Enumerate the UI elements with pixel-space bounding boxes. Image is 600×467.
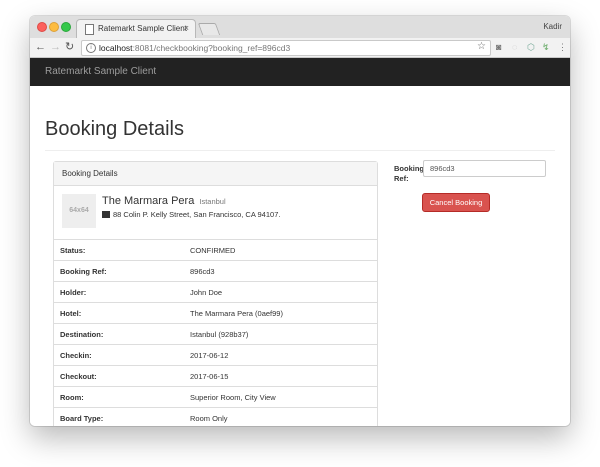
table-row: Holder: John Doe: [54, 281, 377, 303]
back-button[interactable]: ←: [35, 40, 46, 54]
info-icon[interactable]: i: [86, 43, 96, 53]
extension-icon[interactable]: ⬡: [527, 41, 535, 53]
navbar: Ratemarkt Sample Client: [30, 58, 570, 86]
row-value: 2017-06-15: [184, 365, 377, 387]
table-row: Checkin: 2017-06-12: [54, 344, 377, 366]
tab-title: Ratemarkt Sample Client: [98, 24, 187, 33]
browser-window: Ratemarkt Sample Client × Kadir ← → ↻ i …: [30, 16, 570, 426]
row-label: Destination:: [54, 323, 184, 345]
row-label: Checkin:: [54, 344, 184, 366]
booking-details-table: Status: CONFIRMED Booking Ref: 896cd3 Holder…: [54, 239, 377, 426]
title-divider: [45, 150, 555, 151]
table-row: Checkout: 2017-06-15: [54, 365, 377, 387]
address-bar[interactable]: i localhost:8081/checkbooking?booking_re…: [81, 40, 491, 56]
row-label: Room:: [54, 386, 184, 408]
profile-name[interactable]: Kadir: [543, 22, 562, 31]
row-label: Checkout:: [54, 365, 184, 387]
panel-heading: Booking Details: [54, 162, 377, 186]
tab-ratemarkt[interactable]: Ratemarkt Sample Client ×: [76, 19, 196, 39]
hotel-name: The Marmara Pera Istanbul: [102, 195, 226, 207]
minimize-window-button[interactable]: [49, 22, 59, 32]
table-row: Room: Superior Room, City View: [54, 386, 377, 408]
table-row: Booking Ref: 896cd3: [54, 260, 377, 282]
url-host: localhost: [99, 43, 133, 53]
vue-devtools-icon[interactable]: ↯: [542, 41, 550, 53]
row-value: John Doe: [184, 281, 377, 303]
row-value: CONFIRMED: [184, 239, 377, 261]
table-row: Destination: Istanbul (928b37): [54, 323, 377, 345]
camera-extension-icon[interactable]: ◙: [496, 41, 501, 53]
row-label: Status:: [54, 239, 184, 261]
table-row: Status: CONFIRMED: [54, 239, 377, 261]
hotel-city: Istanbul: [199, 197, 226, 206]
row-label: Booking Ref:: [54, 260, 184, 282]
forward-button[interactable]: →: [50, 40, 61, 54]
cancel-booking-button[interactable]: Cancel Booking: [422, 193, 490, 212]
document-icon: [85, 24, 94, 35]
tab-close-icon[interactable]: ×: [184, 23, 189, 33]
booking-details-panel: Booking Details 64x64 The Marmara Pera I…: [53, 161, 378, 426]
new-tab-button[interactable]: [197, 23, 221, 35]
extension-icon[interactable]: ◌: [512, 41, 517, 53]
hotel-name-text: The Marmara Pera: [102, 195, 195, 207]
table-row: Board Type: Room Only: [54, 407, 377, 426]
tab-strip: Ratemarkt Sample Client × Kadir: [30, 16, 570, 39]
table-row: Hotel: The Marmara Pera (0aef99): [54, 302, 377, 324]
row-value: 896cd3: [184, 260, 377, 282]
row-label: Board Type:: [54, 407, 184, 426]
hotel-address-text: 88 Colin P. Kelly Street, San Francisco,…: [113, 210, 281, 219]
row-value: Istanbul (928b37): [184, 323, 377, 345]
page-viewport: Ratemarkt Sample Client Booking Details …: [30, 58, 570, 426]
hotel-address: 88 Colin P. Kelly Street, San Francisco,…: [102, 210, 280, 219]
url-text[interactable]: localhost:8081/checkbooking?booking_ref=…: [99, 43, 290, 53]
building-icon: [102, 211, 110, 218]
row-value: 2017-06-12: [184, 344, 377, 366]
booking-ref-input[interactable]: [423, 160, 546, 177]
maximize-window-button[interactable]: [61, 22, 71, 32]
reload-button[interactable]: ↻: [65, 40, 74, 54]
booking-ref-label: Booking Ref:: [394, 164, 424, 183]
row-label: Hotel:: [54, 302, 184, 324]
browser-toolbar: ← → ↻ i localhost:8081/checkbooking?book…: [30, 38, 570, 58]
page-title: Booking Details: [45, 118, 184, 140]
row-value: Room Only: [184, 407, 377, 426]
row-value: The Marmara Pera (0aef99): [184, 302, 377, 324]
row-label: Holder:: [54, 281, 184, 303]
close-window-button[interactable]: [37, 22, 47, 32]
row-value: Superior Room, City View: [184, 386, 377, 408]
panel-heading-text: Booking Details: [62, 169, 118, 178]
menu-dots-icon[interactable]: ⋮: [558, 41, 567, 53]
hotel-summary: 64x64 The Marmara Pera Istanbul 88 Colin…: [54, 186, 377, 239]
navbar-brand[interactable]: Ratemarkt Sample Client: [45, 66, 156, 77]
bookmark-star-icon[interactable]: ☆: [477, 41, 486, 52]
hotel-thumbnail: 64x64: [62, 194, 96, 228]
url-path: :8081/checkbooking?booking_ref=896cd3: [132, 43, 291, 53]
